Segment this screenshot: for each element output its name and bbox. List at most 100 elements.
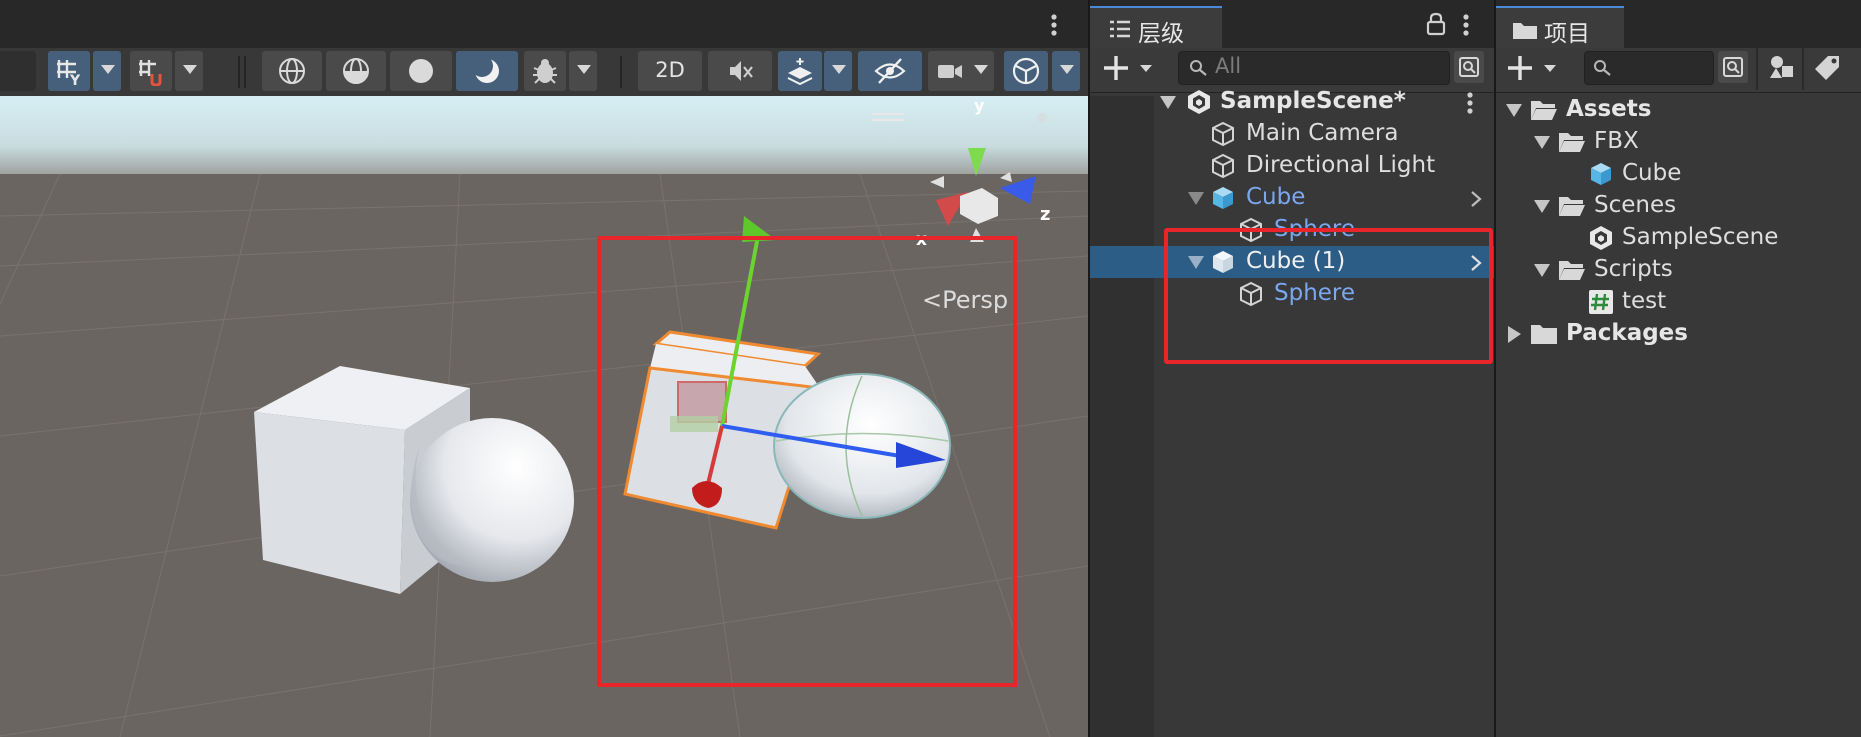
increment-snap-toggle[interactable] <box>130 51 172 91</box>
sphere-object <box>410 418 574 582</box>
scene-view-panel: Y 2D y z x <Persp <box>0 0 1088 737</box>
folder-open-icon <box>1559 133 1585 152</box>
cube-label: Cube <box>1246 184 1306 210</box>
foldout-expanded-icon[interactable] <box>1160 96 1176 110</box>
annotation-highlight-hierarchy <box>1164 228 1493 364</box>
foldout-expanded-icon[interactable] <box>1506 104 1522 118</box>
debug-draw-mode-button[interactable] <box>524 51 566 91</box>
shading-wireframe-button[interactable] <box>262 51 322 91</box>
project-row-scenes[interactable]: Scenes <box>1496 190 1861 222</box>
project-row-fbx[interactable]: FBX <box>1496 126 1861 158</box>
chevron-down-icon <box>183 65 197 74</box>
search-options-icon <box>1459 57 1479 77</box>
layers-effects-icon <box>787 58 813 86</box>
chevron-down-icon <box>832 65 846 74</box>
lock-icon[interactable] <box>1426 12 1446 36</box>
effects-dropdown[interactable] <box>824 51 852 91</box>
shaded-sphere-icon <box>409 59 433 83</box>
shading-shaded-wireframe-button[interactable] <box>326 51 386 91</box>
foldout-expanded-icon[interactable] <box>1534 136 1550 150</box>
toolbar-separator <box>1756 48 1758 90</box>
scripts-folder-label: Scripts <box>1594 256 1673 282</box>
directional-light-label: Directional Light <box>1246 152 1436 178</box>
debug-draw-dropdown[interactable] <box>569 51 597 91</box>
add-create-button[interactable] <box>1104 54 1156 82</box>
grid-snap-toggle[interactable]: Y <box>48 51 90 91</box>
scene-camera-dropdown[interactable] <box>966 51 994 91</box>
model-cube-icon <box>1591 163 1611 185</box>
shading-shaded-button[interactable] <box>390 51 452 91</box>
search-options-button[interactable] <box>1454 51 1484 83</box>
fbx-folder-label: FBX <box>1594 128 1639 154</box>
scene-visibility-toggle[interactable] <box>858 51 922 91</box>
lit-sphere-icon <box>472 56 499 83</box>
project-row-test-script[interactable]: test <box>1496 286 1861 318</box>
svg-text:Y: Y <box>69 73 81 86</box>
add-create-button[interactable] <box>1508 54 1560 82</box>
filter-by-type-icon[interactable] <box>1768 54 1796 82</box>
gizmos-dropdown[interactable] <box>1052 51 1080 91</box>
snap-magnet-icon <box>139 60 162 86</box>
folder-icon <box>1531 325 1557 344</box>
gameobject-icon <box>1212 153 1234 179</box>
hierarchy-row-directional-light[interactable]: Directional Light <box>1090 150 1494 182</box>
hierarchy-tab-label: 层级 <box>1138 21 1184 47</box>
hierarchy-search-input[interactable]: All <box>1178 51 1450 85</box>
tab-hierarchy[interactable]: 层级 <box>1090 6 1222 50</box>
scene-toolbar: Y 2D <box>0 48 1088 96</box>
toolbar-separator <box>244 56 246 88</box>
project-row-assets[interactable]: Assets <box>1496 94 1861 126</box>
hierarchy-row-main-camera[interactable]: Main Camera <box>1090 118 1494 150</box>
cube-asset-label: Cube <box>1622 160 1682 186</box>
mode-2d-toggle[interactable]: 2D <box>638 51 702 91</box>
foldout-expanded-icon[interactable] <box>1188 192 1204 206</box>
gizmo-globe-icon <box>1012 57 1040 85</box>
gizmos-toggle[interactable] <box>1004 51 1048 91</box>
audio-mute-toggle[interactable] <box>708 51 772 91</box>
main-camera-label: Main Camera <box>1246 120 1399 146</box>
camera-icon <box>938 65 962 78</box>
effects-toggle[interactable] <box>778 51 822 91</box>
shading-lit-button[interactable] <box>456 51 518 91</box>
chevron-down-icon <box>577 65 591 74</box>
project-row-scripts[interactable]: Scripts <box>1496 254 1861 286</box>
grid-icon: Y <box>57 60 81 86</box>
sky <box>0 96 1088 186</box>
search-options-button[interactable] <box>1718 51 1748 83</box>
tab-project[interactable]: 项目 <box>1496 6 1624 50</box>
foldout-expanded-icon[interactable] <box>1534 264 1550 278</box>
increment-snap-dropdown[interactable] <box>175 51 203 91</box>
project-row-packages[interactable]: Packages <box>1496 318 1861 350</box>
chevron-right-icon[interactable] <box>1470 190 1482 208</box>
hierarchy-panel: 层级 All SampleScene* Main Camera Directio… <box>1090 0 1494 737</box>
foldout-expanded-icon[interactable] <box>1534 200 1550 214</box>
hierarchy-row-cube[interactable]: Cube <box>1090 182 1494 214</box>
project-search-input[interactable] <box>1584 51 1714 85</box>
mode-2d-label: 2D <box>655 58 685 82</box>
project-row-samplescene[interactable]: SampleScene <box>1496 222 1861 254</box>
project-panel: 项目 Assets FBX Cube Scenes SampleScene Sc… <box>1496 0 1861 737</box>
chevron-down-icon <box>1060 65 1074 74</box>
csharp-script-icon <box>1589 290 1613 314</box>
filter-by-label-icon[interactable] <box>1814 54 1842 82</box>
project-row-cube-asset[interactable]: Cube <box>1496 158 1861 190</box>
project-header: 项目 <box>1496 0 1861 50</box>
search-options-icon <box>1723 57 1743 77</box>
more-options-icon[interactable] <box>1466 92 1474 114</box>
folder-icon <box>1513 23 1537 39</box>
unity-scene-icon <box>1590 226 1612 250</box>
toolbar-separator <box>238 56 240 88</box>
gizmo-z-label: z <box>1040 204 1051 225</box>
more-options-icon[interactable] <box>1050 14 1058 36</box>
draw-mode-dropdown[interactable] <box>0 51 36 91</box>
more-options-icon[interactable] <box>1462 14 1470 36</box>
foldout-collapsed-icon[interactable] <box>1508 326 1522 344</box>
toolbar-separator <box>1802 48 1804 90</box>
hierarchy-row-scene[interactable]: SampleScene* <box>1090 86 1494 118</box>
test-script-label: test <box>1622 288 1667 314</box>
gizmo-y-label: y <box>974 96 985 115</box>
grid-snap-dropdown[interactable] <box>93 51 121 91</box>
shaded-wireframe-sphere-icon <box>343 58 369 84</box>
assets-folder-label: Assets <box>1566 96 1652 122</box>
project-toolbar <box>1496 48 1861 93</box>
